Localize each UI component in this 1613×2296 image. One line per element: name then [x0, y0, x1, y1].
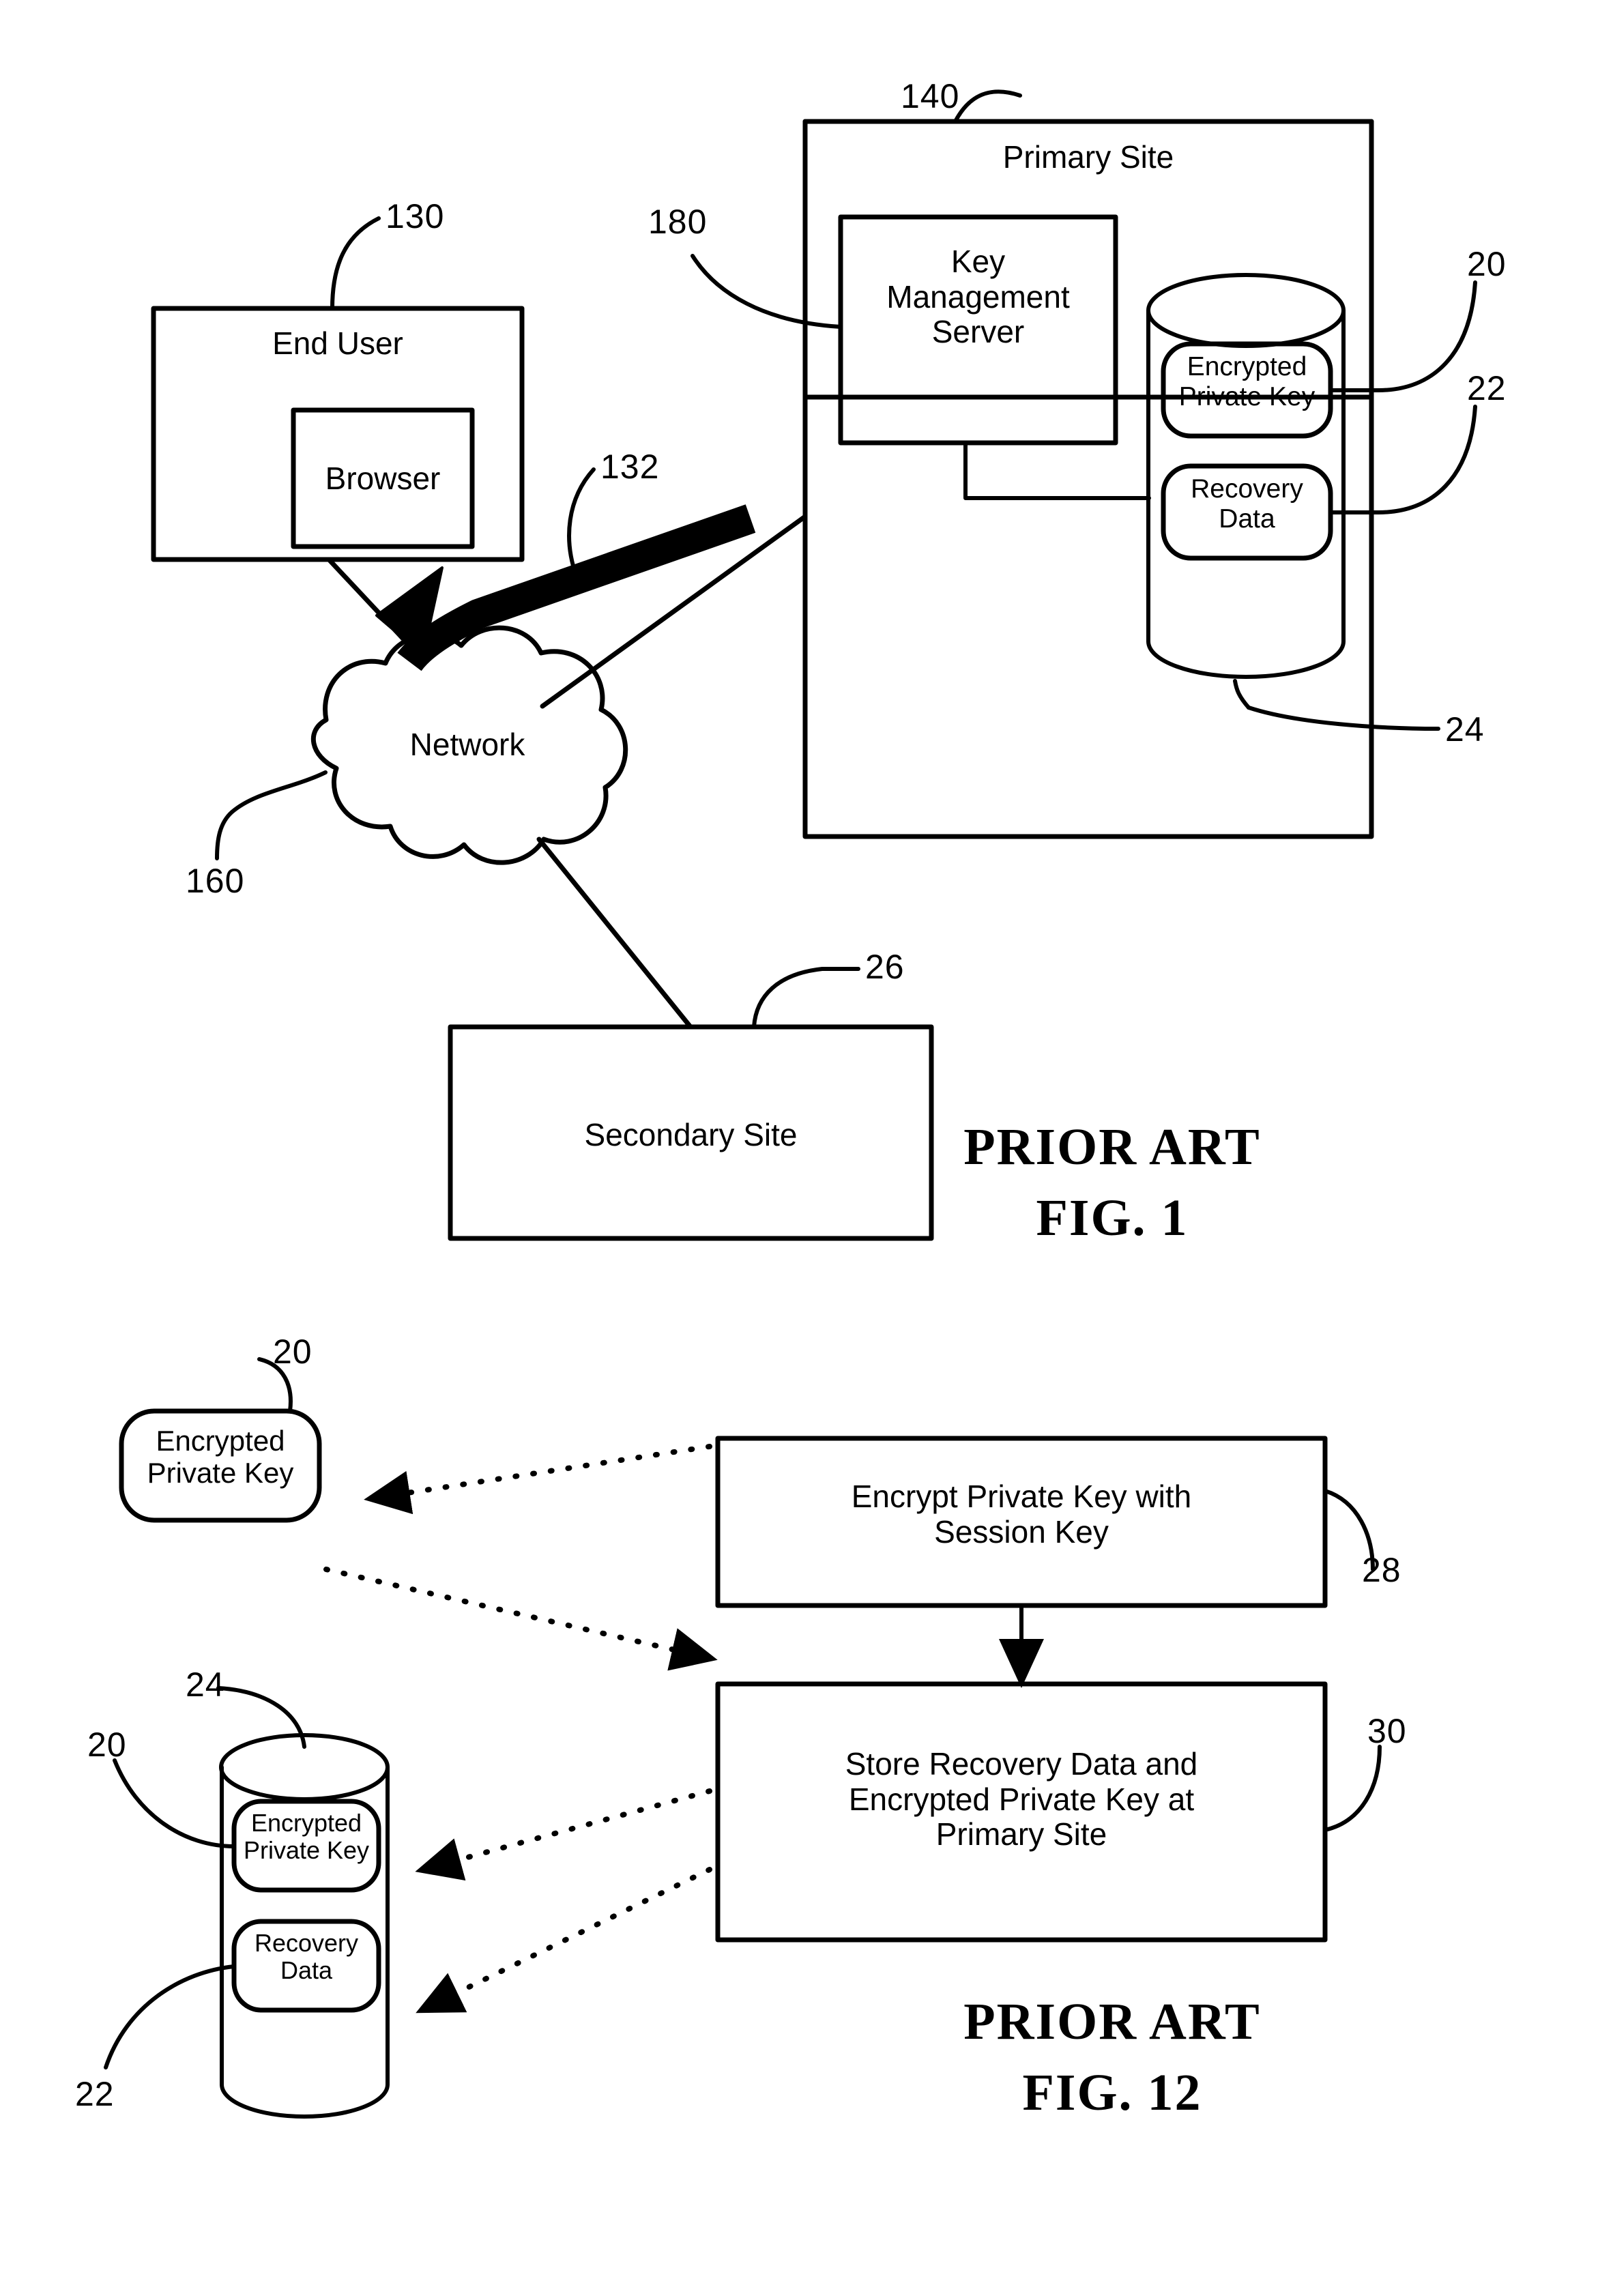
leader-26	[752, 967, 860, 1029]
refnum-26: 26	[865, 948, 905, 986]
dotted-arrow-store-to-recovery-db	[416, 1867, 712, 2014]
encrypted-private-key-label-fig1: Encrypted Private Key	[1178, 352, 1316, 411]
leader-132	[567, 467, 596, 579]
leader-140	[953, 89, 1022, 123]
recovery-data-label-fig1: Recovery Data	[1191, 474, 1303, 534]
link-network-primarysite	[540, 514, 808, 709]
fig12-refnum-20-db: 20	[87, 1726, 127, 1764]
patent-drawing-sheet: End User Browser Primary Site Key Manage…	[0, 0, 1613, 2296]
database-cylinder-top	[1146, 273, 1346, 348]
dotted-arrow-epk-to-store	[323, 1567, 718, 1671]
fig12-leader-22-db	[104, 1964, 236, 2069]
primary-site-label: Primary Site	[1002, 139, 1174, 175]
fig12-leader-24	[216, 1686, 306, 1749]
fig12-cylinder-top	[219, 1733, 390, 1801]
thick-flow-arrow-132	[397, 504, 756, 671]
link-network-secondarysite	[536, 837, 693, 1030]
end-user-label: End User	[272, 325, 403, 361]
leader-24-fig1	[1247, 706, 1440, 731]
leader-20-fig1	[1328, 280, 1477, 392]
leader-24-fig1-tail	[1233, 679, 1251, 710]
fig12-refnum-20-standalone: 20	[273, 1333, 313, 1371]
fig1-title-prior-art: PRIOR ART	[963, 1118, 1261, 1176]
fig12-refnum-22-db: 22	[75, 2075, 115, 2113]
fig12-refnum-28: 28	[1362, 1551, 1401, 1589]
refnum-24-fig1: 24	[1445, 710, 1485, 749]
leader-130	[330, 216, 381, 310]
refnum-22-fig1: 22	[1467, 369, 1507, 407]
refnum-132: 132	[600, 448, 660, 486]
refnum-130: 130	[386, 197, 445, 235]
link-enduser-network	[326, 557, 422, 659]
refnum-180: 180	[648, 203, 708, 241]
refnum-140: 140	[901, 77, 960, 115]
browser-label: Browser	[325, 461, 441, 496]
step-encrypt-label: Encrypt Private Key with Session Key	[851, 1479, 1192, 1550]
leader-22-fig1	[1328, 405, 1477, 514]
key-management-server-label: Key Management Server	[886, 244, 1070, 350]
step-store-label: Store Recovery Data and Encrypted Privat…	[845, 1746, 1198, 1852]
leader-160	[215, 770, 328, 860]
refnum-160: 160	[186, 862, 245, 900]
fig12-title-number: FIG. 12	[1022, 2064, 1202, 2121]
fig12-leader-30	[1323, 1745, 1382, 1832]
database-cylinder-bottom	[1146, 639, 1346, 679]
thick-flow-arrow-132-head	[375, 566, 444, 656]
secondary-site-label: Secondary Site	[584, 1117, 798, 1152]
fig12-epk-in-db-label: Encrypted Private Key	[243, 1809, 370, 1865]
fig12-recovery-data-in-db-label: Recovery Data	[254, 1929, 359, 1985]
fig1-title-number: FIG. 1	[1036, 1189, 1189, 1247]
refnum-20-fig1: 20	[1467, 245, 1507, 283]
kms-to-database-connector	[963, 441, 1151, 500]
fig12-epk-standalone-label: Encrypted Private Key	[147, 1425, 294, 1490]
leader-180	[691, 254, 843, 329]
fig12-refnum-24: 24	[186, 1666, 225, 1704]
network-label: Network	[409, 727, 525, 762]
dotted-arrow-encrypt-to-epk	[364, 1444, 712, 1515]
fig12-title-prior-art: PRIOR ART	[963, 1993, 1261, 2050]
fig12-leader-20-db	[113, 1758, 236, 1848]
fig12-cylinder-bottom	[220, 2082, 390, 2119]
fig12-refnum-30: 30	[1367, 1712, 1407, 1750]
dotted-arrow-store-to-epk-db	[415, 1788, 712, 1881]
